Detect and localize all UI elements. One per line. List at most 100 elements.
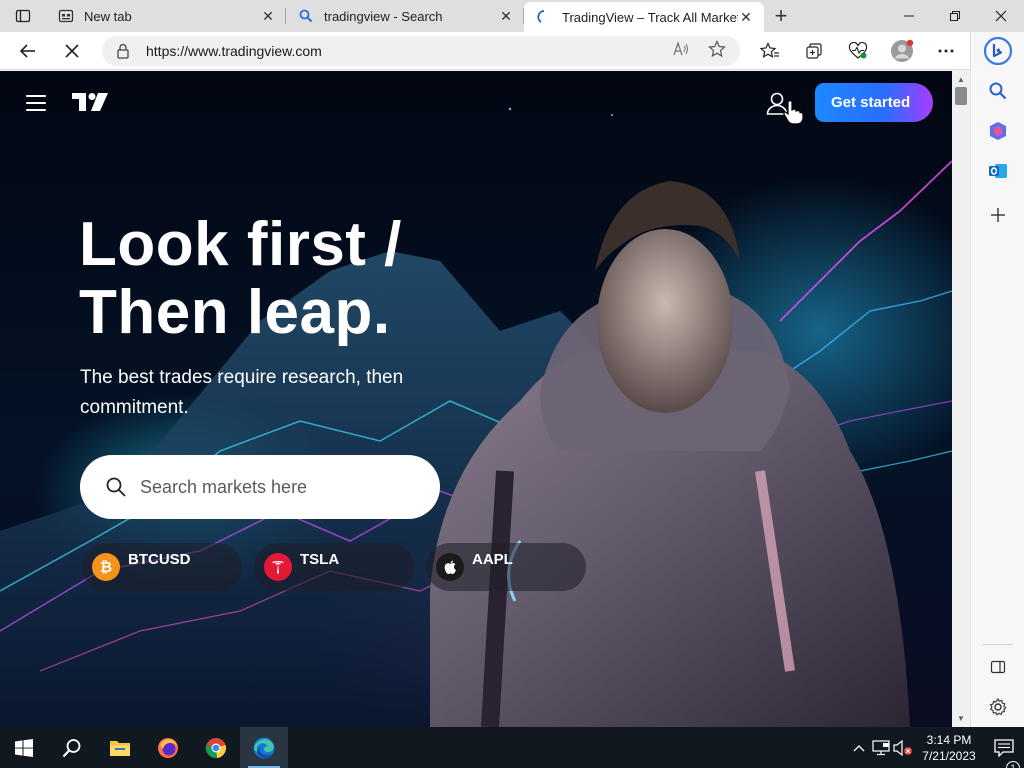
back-arrow-icon xyxy=(19,44,35,58)
clock-date: 7/21/2023 xyxy=(922,748,976,763)
outlook-icon xyxy=(989,164,1007,178)
sidebar-settings-button[interactable] xyxy=(983,692,1013,722)
volume-muted-icon xyxy=(893,739,912,756)
tab-new-tab[interactable]: New tab ✕ xyxy=(46,0,286,32)
tradingview-favicon xyxy=(536,9,552,25)
tesla-icon xyxy=(264,553,292,581)
plus-icon xyxy=(991,208,1005,222)
firefox-icon xyxy=(158,737,178,758)
page-viewport: Get started Look first / Then leap. The … xyxy=(0,71,952,727)
profile-button[interactable] xyxy=(884,35,920,67)
windows-taskbar: 3:14 PM 7/21/2023 1 xyxy=(0,727,1024,768)
headline-line-1: Look first / xyxy=(79,210,402,279)
chrome-icon xyxy=(205,737,226,758)
hide-sidebar-button[interactable] xyxy=(983,652,1013,682)
get-started-button[interactable]: Get started xyxy=(815,83,933,122)
ticker-chip-btcusd[interactable]: ₿ BTCUSD xyxy=(82,543,242,591)
minimize-button[interactable] xyxy=(886,0,932,32)
edge-sidebar xyxy=(970,32,1024,727)
hand-cursor-icon xyxy=(783,100,804,125)
tab-actions-icon xyxy=(15,9,31,23)
read-aloud-icon[interactable] xyxy=(672,40,690,62)
ticker-symbol: AAPL xyxy=(472,551,513,568)
browser-essentials-button[interactable] xyxy=(840,35,876,67)
start-icon xyxy=(15,738,33,757)
scroll-up-arrow-icon[interactable]: ▲ xyxy=(957,75,965,84)
close-window-button[interactable] xyxy=(978,0,1024,32)
tab-strip: New tab ✕ tradingview - Search ✕ Trading… xyxy=(0,0,1024,32)
hero-headline: Look first / Then leap. xyxy=(79,211,402,347)
notification-count-badge: 1 xyxy=(1006,760,1020,768)
window-controls xyxy=(886,0,1024,32)
start-button[interactable] xyxy=(0,727,48,768)
lock-icon[interactable] xyxy=(116,43,134,59)
office-icon xyxy=(990,122,1006,140)
system-tray: 3:14 PM 7/21/2023 1 xyxy=(848,727,1024,768)
stop-loading-button[interactable] xyxy=(54,35,90,67)
page-scrollbar[interactable]: ▲ ▼ xyxy=(952,71,970,727)
taskbar-search-button[interactable] xyxy=(48,727,96,768)
scroll-down-arrow-icon[interactable]: ▼ xyxy=(957,714,965,723)
chevron-up-icon xyxy=(853,744,865,751)
close-icon[interactable]: ✕ xyxy=(498,8,514,24)
volume-button[interactable] xyxy=(892,739,914,756)
search-icon xyxy=(62,738,81,757)
hero-subhead: The best trades require research, then c… xyxy=(80,367,404,418)
minimize-icon xyxy=(904,15,914,17)
tab-tradingview[interactable]: TradingView – Track All Markets ✕ xyxy=(524,2,764,32)
ticker-chip-tsla[interactable]: TSLA xyxy=(254,543,414,591)
address-bar[interactable]: https://www.tradingview.com xyxy=(102,36,740,66)
heart-pulse-icon xyxy=(848,42,868,59)
search-icon xyxy=(989,82,1007,100)
ticker-symbol: TSLA xyxy=(300,551,340,568)
settings-more-button[interactable] xyxy=(928,35,964,67)
favorites-icon xyxy=(760,42,779,59)
close-icon xyxy=(995,10,1007,22)
bing-copilot-button[interactable] xyxy=(983,36,1013,66)
ticker-symbol: BTCUSD xyxy=(128,551,191,568)
taskbar-chrome[interactable] xyxy=(192,727,240,768)
collections-button[interactable] xyxy=(796,35,832,67)
tray-overflow-button[interactable] xyxy=(848,744,870,752)
edge-icon xyxy=(253,737,275,758)
close-icon[interactable]: ✕ xyxy=(260,8,276,24)
sidebar-outlook-button[interactable] xyxy=(983,156,1013,186)
bing-icon xyxy=(984,37,1012,65)
new-tab-button[interactable]: + xyxy=(764,0,798,32)
tab-title: TradingView – Track All Markets xyxy=(562,9,738,25)
search-icon xyxy=(298,8,314,24)
sidebar-divider xyxy=(983,644,1013,645)
favorites-button[interactable] xyxy=(752,35,788,67)
new-tab-icon xyxy=(58,8,74,24)
gear-icon xyxy=(989,698,1007,716)
sidebar-office-button[interactable] xyxy=(983,116,1013,146)
ticker-chip-aapl[interactable]: AAPL xyxy=(426,543,586,591)
sidebar-search-button[interactable] xyxy=(983,76,1013,106)
close-icon[interactable]: ✕ xyxy=(738,9,754,25)
market-search-input[interactable]: Search markets here xyxy=(80,455,440,519)
tab-actions-button[interactable] xyxy=(0,0,46,32)
sidebar-add-button[interactable] xyxy=(983,200,1013,230)
scrollbar-thumb[interactable] xyxy=(955,87,967,105)
tradingview-logo[interactable] xyxy=(72,93,108,116)
file-explorer-icon xyxy=(110,740,130,756)
tab-title: New tab xyxy=(84,8,132,24)
taskbar-clock[interactable]: 3:14 PM 7/21/2023 xyxy=(914,732,984,764)
browser-toolbar: https://www.tradingview.com xyxy=(0,32,1024,70)
url-text[interactable]: https://www.tradingview.com xyxy=(146,43,322,59)
restore-button[interactable] xyxy=(932,0,978,32)
profile-avatar-icon xyxy=(891,39,914,62)
taskbar-firefox[interactable] xyxy=(144,727,192,768)
network-icon xyxy=(872,739,890,755)
taskbar-file-explorer[interactable] xyxy=(96,727,144,768)
restore-icon xyxy=(950,11,960,21)
tab-search[interactable]: tradingview - Search ✕ xyxy=(286,0,524,32)
taskbar-edge[interactable] xyxy=(240,727,288,768)
back-button[interactable] xyxy=(10,35,46,67)
more-dots-icon xyxy=(938,49,954,53)
menu-hamburger-icon[interactable] xyxy=(26,95,46,111)
network-button[interactable] xyxy=(870,739,892,756)
favorite-star-icon[interactable] xyxy=(708,39,726,63)
action-center-button[interactable]: 1 xyxy=(984,738,1024,768)
bitcoin-icon: ₿ xyxy=(92,553,120,581)
